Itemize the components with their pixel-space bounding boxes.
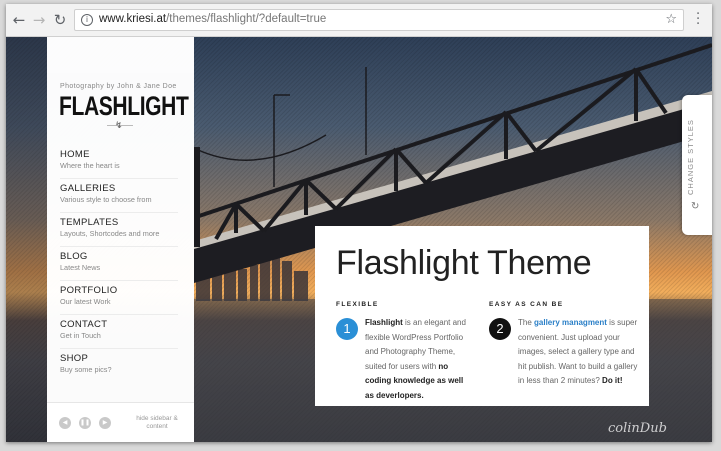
refresh-icon: ↻ bbox=[691, 201, 700, 212]
page-viewport: Photography by John & Jane Doe FLASHLIGH… bbox=[6, 37, 712, 442]
nav-item-title: BLOG bbox=[60, 251, 88, 262]
slideshow-controls: ◀ ❚❚ ▶ hide sidebar & content bbox=[47, 402, 194, 442]
easy-text-start: The bbox=[518, 318, 535, 327]
nav-item-subtitle: Our latest Work bbox=[60, 297, 111, 306]
browser-menu-icon[interactable]: · · · bbox=[696, 8, 700, 31]
easy-heading: EASY AS CAN BE bbox=[489, 301, 564, 308]
nav-item-subtitle: Where the heart is bbox=[60, 161, 120, 170]
back-icon[interactable]: ← bbox=[10, 11, 28, 29]
flexible-heading: FLEXIBLE bbox=[336, 301, 379, 308]
nav-item-title: GALLERIES bbox=[60, 183, 116, 194]
next-icon[interactable]: ▶ bbox=[99, 417, 111, 429]
address-bar[interactable]: i www.kriesi.at/themes/flashlight/?defau… bbox=[74, 9, 684, 31]
info-icon[interactable]: i bbox=[81, 14, 93, 26]
nav-item-title: TEMPLATES bbox=[60, 217, 119, 228]
nav-item-galleries[interactable]: GALLERIES Various style to choose from bbox=[60, 179, 178, 213]
nav-item-blog[interactable]: BLOG Latest News bbox=[60, 247, 178, 281]
card-title: Flashlight Theme bbox=[336, 244, 592, 282]
screenshot-frame: ← → ↻ i www.kriesi.at/themes/flashlight/… bbox=[0, 0, 721, 451]
url-path: /themes/flashlight/?default=true bbox=[166, 13, 327, 25]
pause-icon[interactable]: ❚❚ bbox=[79, 417, 91, 429]
left-dark-strip bbox=[6, 37, 47, 442]
nav-item-subtitle: Layouts, Shortcodes and more bbox=[60, 229, 160, 238]
nav-item-home[interactable]: HOME Where the heart is bbox=[60, 145, 178, 179]
flashlight-strong: Flashlight bbox=[365, 318, 403, 327]
nav-item-title: CONTACT bbox=[60, 319, 108, 330]
lightning-bolt-icon: ↯ bbox=[115, 121, 123, 131]
reload-icon[interactable]: ↻ bbox=[51, 11, 69, 29]
browser-toolbar: ← → ↻ i www.kriesi.at/themes/flashlight/… bbox=[6, 4, 712, 37]
url-host: www.kriesi.at bbox=[99, 13, 167, 25]
nav-item-contact[interactable]: CONTACT Get in Touch bbox=[60, 315, 178, 349]
gallery-management-link[interactable]: gallery managment bbox=[534, 318, 607, 327]
nav-item-subtitle: Various style to choose from bbox=[60, 195, 152, 204]
nav-item-portfolio[interactable]: PORTFOLIO Our latest Work bbox=[60, 281, 178, 315]
easy-description: The gallery managment is super convenien… bbox=[518, 316, 638, 389]
do-it-strong: Do it! bbox=[602, 376, 623, 385]
url-text[interactable]: www.kriesi.at/themes/flashlight/?default… bbox=[99, 13, 326, 25]
bookmark-star-icon[interactable]: ☆ bbox=[665, 12, 677, 27]
nav-item-shop[interactable]: SHOP Buy some pics? bbox=[60, 349, 178, 383]
nav-item-title: PORTFOLIO bbox=[60, 285, 118, 296]
main-navigation: HOME Where the heart is GALLERIES Variou… bbox=[60, 145, 178, 383]
sidebar: Photography by John & Jane Doe FLASHLIGH… bbox=[47, 37, 194, 442]
change-styles-label: CHANGE STYLES bbox=[686, 119, 695, 195]
easy-text: is super convenient. Just upload your im… bbox=[518, 318, 638, 385]
site-logo[interactable]: FLASHLIGHT bbox=[59, 91, 189, 122]
step-number-2: 2 bbox=[489, 318, 511, 340]
nav-item-subtitle: Latest News bbox=[60, 263, 101, 272]
change-styles-tab[interactable]: CHANGE STYLES ↻ bbox=[682, 95, 712, 235]
previous-icon[interactable]: ◀ bbox=[59, 417, 71, 429]
nav-item-subtitle: Get in Touch bbox=[60, 331, 101, 340]
flexible-description: Flashlight is an elegant and flexible Wo… bbox=[365, 316, 470, 403]
nav-item-title: SHOP bbox=[60, 353, 89, 364]
hide-sidebar-link[interactable]: hide sidebar & content bbox=[129, 415, 185, 431]
nav-item-templates[interactable]: TEMPLATES Layouts, Shortcodes and more bbox=[60, 213, 178, 247]
photography-byline: Photography by John & Jane Doe bbox=[60, 83, 177, 90]
nav-item-title: HOME bbox=[60, 149, 90, 160]
browser-window: ← → ↻ i www.kriesi.at/themes/flashlight/… bbox=[6, 4, 712, 442]
nav-item-subtitle: Buy some pics? bbox=[60, 365, 112, 374]
theme-intro-card: Flashlight Theme FLEXIBLE 1 Flashlight i… bbox=[315, 226, 649, 406]
forward-icon[interactable]: → bbox=[30, 11, 48, 29]
photographer-signature: colinDub bbox=[608, 421, 667, 436]
step-number-1: 1 bbox=[336, 318, 358, 340]
sidebar-top-spacer bbox=[47, 37, 194, 73]
